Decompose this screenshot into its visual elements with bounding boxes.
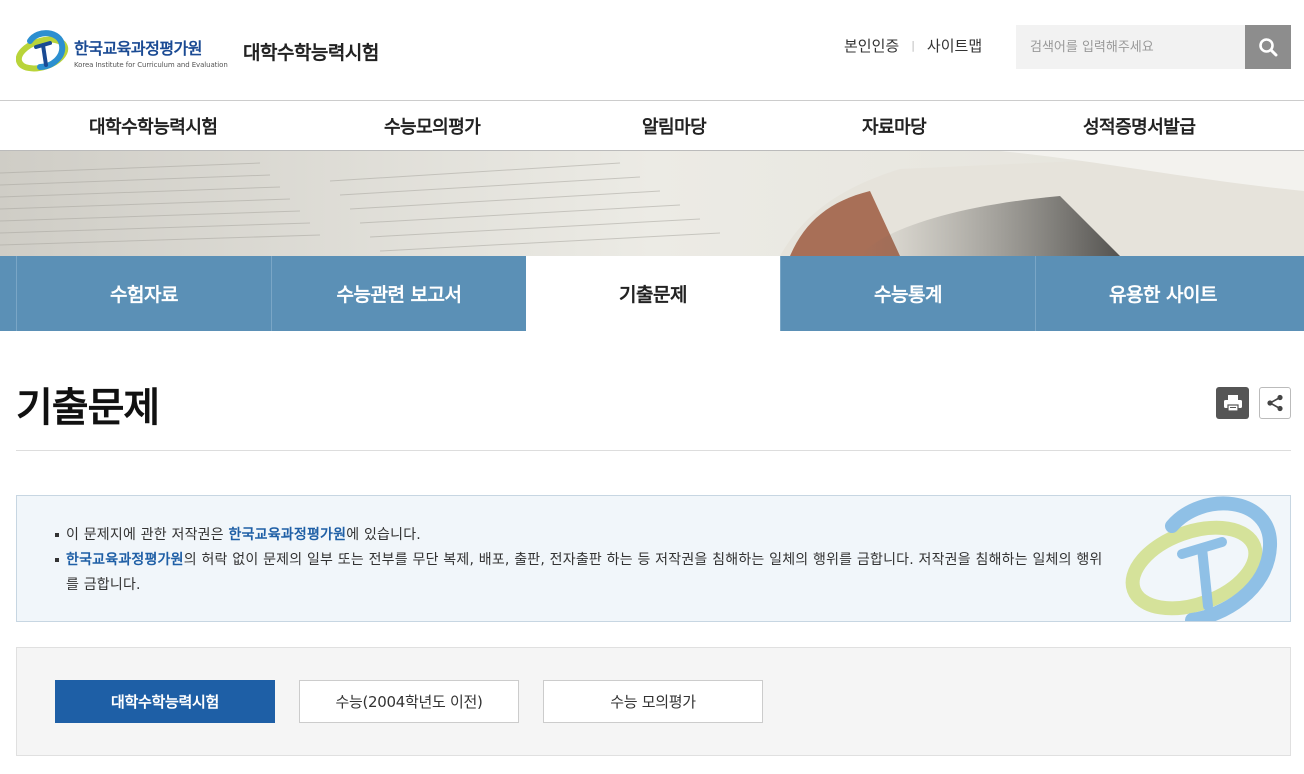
book-banner-image — [0, 151, 1304, 256]
gnb-item-mock-exam[interactable]: 수능모의평가 — [384, 113, 481, 139]
kice-logo[interactable]: 한국교육과정평가원 Korea Institute for Curriculum… — [15, 26, 228, 78]
identity-verification-link[interactable]: 본인인증 — [844, 35, 899, 56]
sub-tab-bar: 수험자료 수능관련 보고서 기출문제 수능통계 유용한 사이트 — [0, 256, 1304, 331]
search-box — [1016, 25, 1291, 69]
copyright-notice: 이 문제지에 관한 저작권은 한국교육과정평가원에 있습니다. 한국교육과정평가… — [16, 495, 1291, 622]
global-nav: 대학수학능력시험 수능모의평가 알림마당 자료마당 성적증명서발급 — [0, 100, 1304, 151]
kice-watermark-icon — [1125, 496, 1278, 621]
subtab-exam-materials[interactable]: 수험자료 — [16, 256, 271, 331]
filter-tab-csat-pre-2004[interactable]: 수능(2004학년도 이전) — [299, 680, 519, 723]
gnb-item-resources[interactable]: 자료마당 — [862, 113, 927, 139]
logo-english-text: Korea Institute for Curriculum and Evalu… — [74, 61, 228, 69]
subtab-past-papers[interactable]: 기출문제 — [526, 256, 780, 331]
kice-logo-icon — [15, 27, 70, 77]
subtab-reports[interactable]: 수능관련 보고서 — [271, 256, 526, 331]
search-input[interactable] — [1016, 25, 1245, 69]
notice-item: 한국교육과정평가원의 허락 없이 문제의 일부 또는 전부를 무단 복제, 배포… — [53, 548, 1103, 598]
gnb-item-notice[interactable]: 알림마당 — [642, 113, 707, 139]
header: 한국교육과정평가원 Korea Institute for Curriculum… — [0, 0, 1304, 100]
filter-tab-mock-exam[interactable]: 수능 모의평가 — [543, 680, 763, 723]
subtab-statistics[interactable]: 수능통계 — [780, 256, 1035, 331]
util-separator: | — [911, 39, 915, 52]
title-divider — [16, 450, 1291, 451]
site-name[interactable]: 대학수학능력시험 — [243, 38, 379, 65]
subtab-useful-sites[interactable]: 유용한 사이트 — [1035, 256, 1290, 331]
logo-korean-text: 한국교육과정평가원 — [74, 39, 202, 58]
share-button[interactable] — [1259, 387, 1291, 419]
page-title: 기출문제 — [16, 385, 160, 431]
sitemap-link[interactable]: 사이트맵 — [927, 35, 982, 56]
notice-item: 이 문제지에 관한 저작권은 한국교육과정평가원에 있습니다. — [53, 523, 1103, 548]
print-button[interactable] — [1216, 387, 1249, 419]
gnb-item-certificate[interactable]: 성적증명서발급 — [1083, 113, 1196, 139]
exam-type-filter: 대학수학능력시험 수능(2004학년도 이전) 수능 모의평가 — [16, 647, 1291, 756]
search-icon — [1259, 38, 1278, 57]
share-icon — [1267, 394, 1283, 412]
printer-icon — [1223, 395, 1242, 412]
filter-tab-csat[interactable]: 대학수학능력시험 — [55, 680, 275, 723]
utility-links: 본인인증 | 사이트맵 — [844, 35, 982, 56]
gnb-item-csat[interactable]: 대학수학능력시험 — [89, 113, 218, 139]
search-button[interactable] — [1245, 25, 1291, 69]
